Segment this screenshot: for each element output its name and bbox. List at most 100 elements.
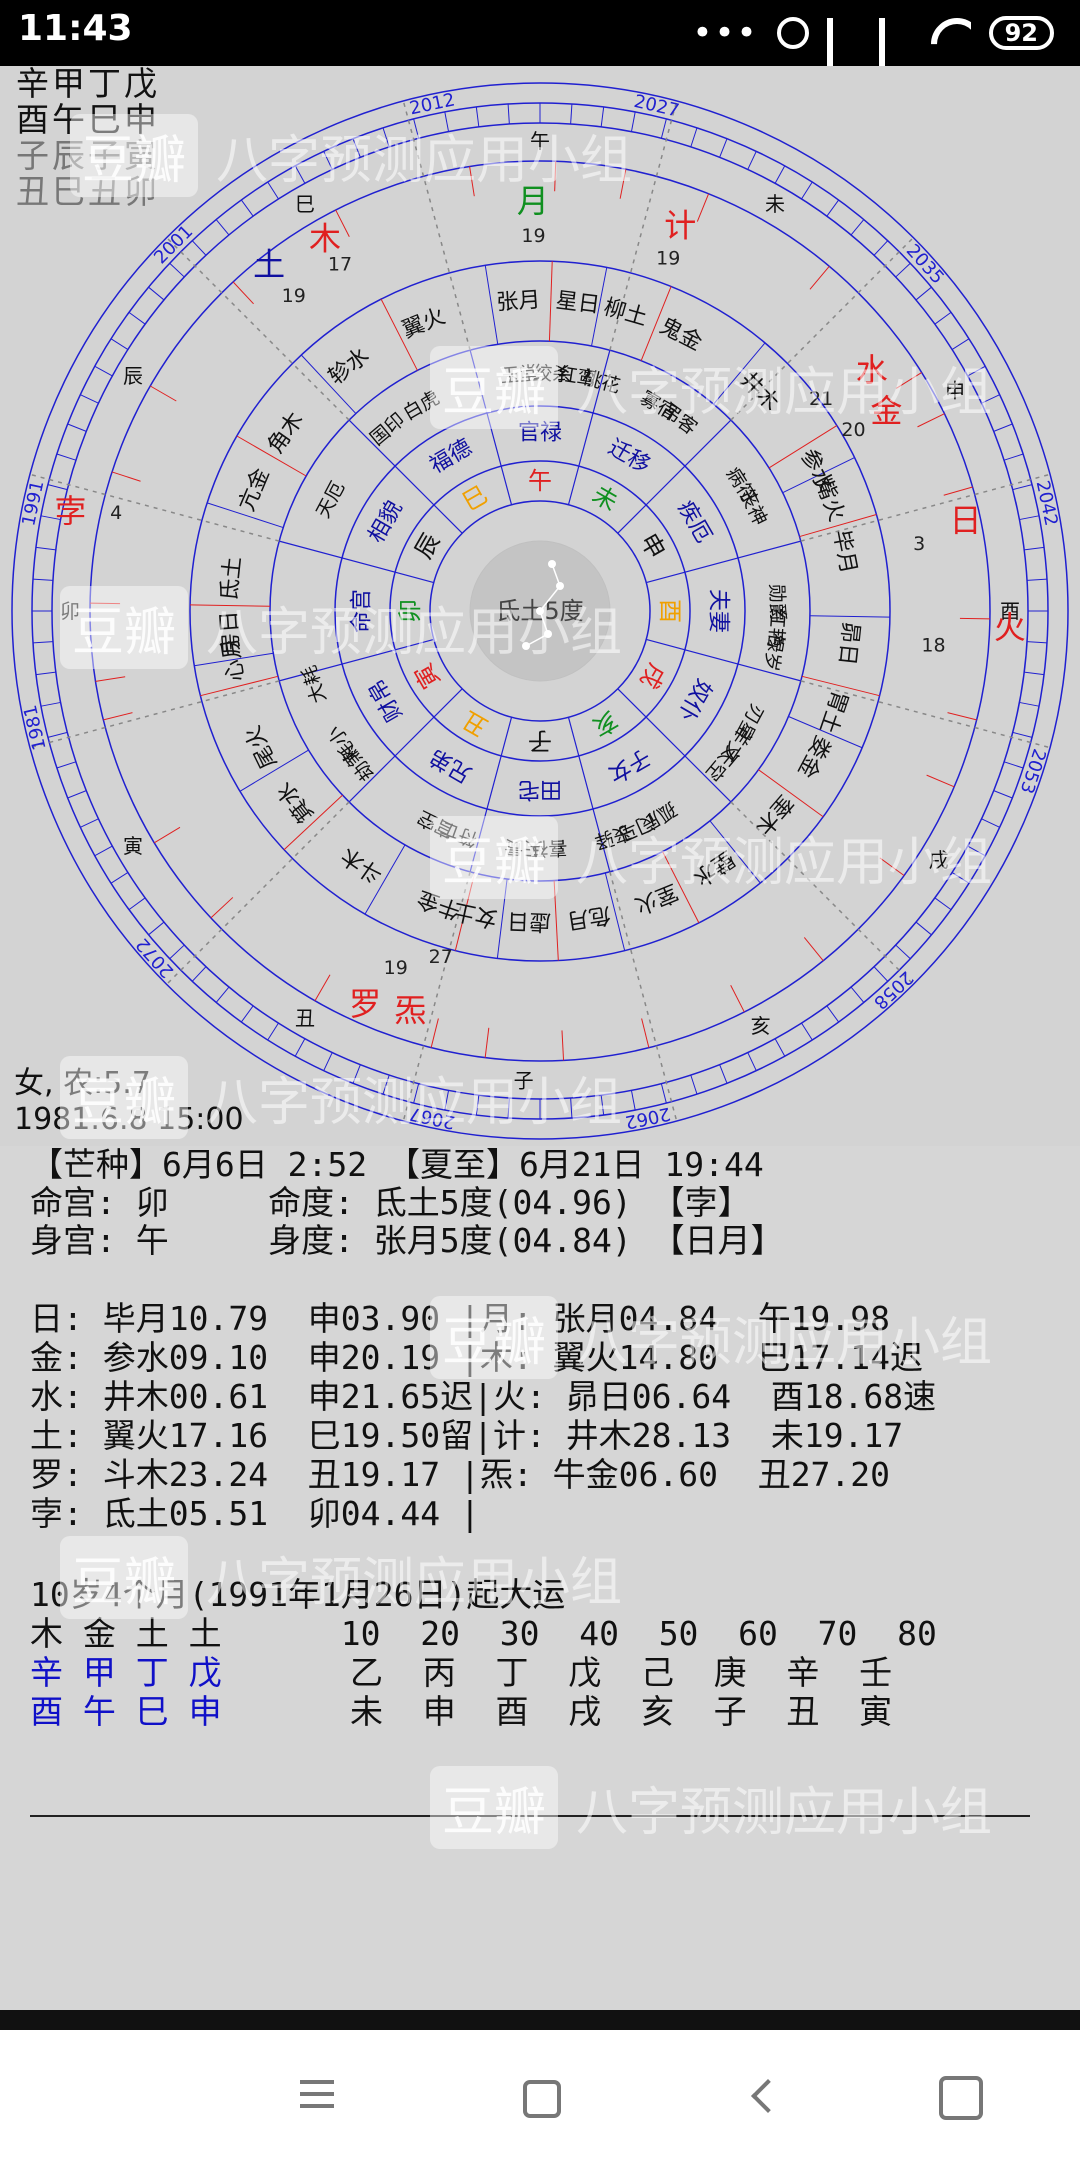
mansion-divider [190,604,271,607]
outer-branch-label: 戌 [929,848,949,872]
year-tick [67,790,87,799]
palace-label: 子女 [604,743,655,787]
pillar-row: 酉午巳申 [16,100,160,139]
status-time: 11:43 [18,8,133,49]
birth-datetime: 1981.6.8 15:00 [14,1102,244,1137]
year-tick [40,701,61,707]
year-tick [895,262,911,278]
inner-branch-label: 申 [634,529,670,564]
year-tick [719,1064,728,1084]
year-tick [352,138,361,158]
planet-label: 木 [309,220,341,258]
palace-label: 财帛 [364,675,408,726]
year-tick [1024,671,1045,676]
planet-degree: 4 [110,502,122,524]
year-tick [1027,578,1048,581]
year-tick [323,151,333,170]
year-tick [1003,761,1024,769]
year-tick [915,286,932,301]
outer-branch-label: 子 [514,1069,534,1093]
detail-line: 10岁4个月(1991年1月26日)起大运 [30,1575,566,1614]
year-tick [191,240,207,256]
star-label: 天厄 [312,478,349,522]
star-label: 天贵 [504,835,543,860]
planet-degree: 19 [521,225,545,247]
palace-divider [348,419,463,534]
outer-branch-label: 申 [945,378,965,402]
planet-degree: 19 [656,248,680,270]
year-tick [148,286,165,301]
degree-tick [895,372,922,389]
outer-branch-label: 巳 [295,192,315,216]
home-icon[interactable] [515,2072,565,2122]
year-tick [94,365,113,377]
year-tick [32,641,53,644]
mansion-label: 毕月 [828,528,861,576]
year-tick [570,103,573,124]
planet-degree: 19 [282,285,306,307]
navigation-bar [0,2030,1080,2160]
year-tick [413,1083,420,1104]
year-tick [1027,641,1048,644]
degree-tick [917,413,945,428]
degree-tick [809,265,830,290]
four-pillars: 辛甲丁戊 酉午巳申 子辰子寅 丑巳丑卯 [16,66,160,210]
degree-tick [943,486,973,496]
degree-tick [210,897,234,919]
planet-label: 土 [253,245,285,283]
mansion-label: 奎木 [750,790,798,840]
year-tick [47,731,68,738]
year-tick [747,151,757,170]
planet-label: 罗 [349,985,381,1023]
signal-icon-2 [878,18,913,88]
palace-divider [617,419,732,534]
year-tick [169,262,185,278]
year-label: 2067 [408,1103,457,1133]
back-icon[interactable] [740,2072,790,2122]
degree-tick [879,857,905,876]
pillar-row: 子辰子寅 [16,136,160,175]
degree-tick [926,774,955,788]
year-tick [747,1052,757,1071]
year-tick [981,394,1000,404]
separator-line [30,1815,1030,1817]
watermark-text: 八字预测应用小组 [576,1783,993,1843]
year-tick [191,966,207,982]
year-tick [1024,546,1045,551]
degree-tick [150,385,177,402]
year-tick [934,897,952,910]
menu-icon[interactable] [292,2072,342,2122]
year-tick [444,1090,450,1111]
mansion-label: 氐土 [217,555,246,601]
birth-gender-lunar: 女, 农:5.7 [14,1066,151,1101]
mansion-label: 星日 [554,288,601,318]
year-tick [413,118,420,139]
mansion-label: 胃土 [814,687,852,737]
year-tick [690,1074,698,1095]
star-label: 官空 [414,806,458,842]
year-tick [993,790,1013,799]
degree-tick [430,1018,439,1048]
star-label: 桃花 [580,367,622,398]
inner-branch-label: 午 [528,467,552,495]
planet-degree: 19 [384,957,408,979]
planet-label: 金 [870,392,902,430]
astrology-chart-panel[interactable]: 2012 2027 2035 2042 2053 2058 2062 2067 2072 1981… [0,66,1080,1146]
year-tick [56,453,77,461]
planet-label: 孛 [54,492,86,530]
year-tick [215,986,230,1003]
detail-line: 命宫: 卯 命度: 氐土5度(04.96) 【孛】 [30,1183,751,1222]
mansion-divider [809,615,890,618]
detail-line: 酉 午 巳 申 [30,1692,222,1731]
recent-apps-icon[interactable] [935,2072,985,2122]
year-tick [850,986,865,1003]
battery-icon: 92 [988,16,1054,50]
inner-branch-label: 寅 [409,659,445,694]
star-chart[interactable]: 2012 202720352042205320582062206720721981… [0,66,1080,1146]
year-tick [475,1095,480,1116]
planet-label: 日 [949,502,981,540]
year-tick [110,872,129,884]
year-tick [774,165,786,184]
planet-degree: 20 [841,419,865,441]
year-tick [660,1083,667,1104]
